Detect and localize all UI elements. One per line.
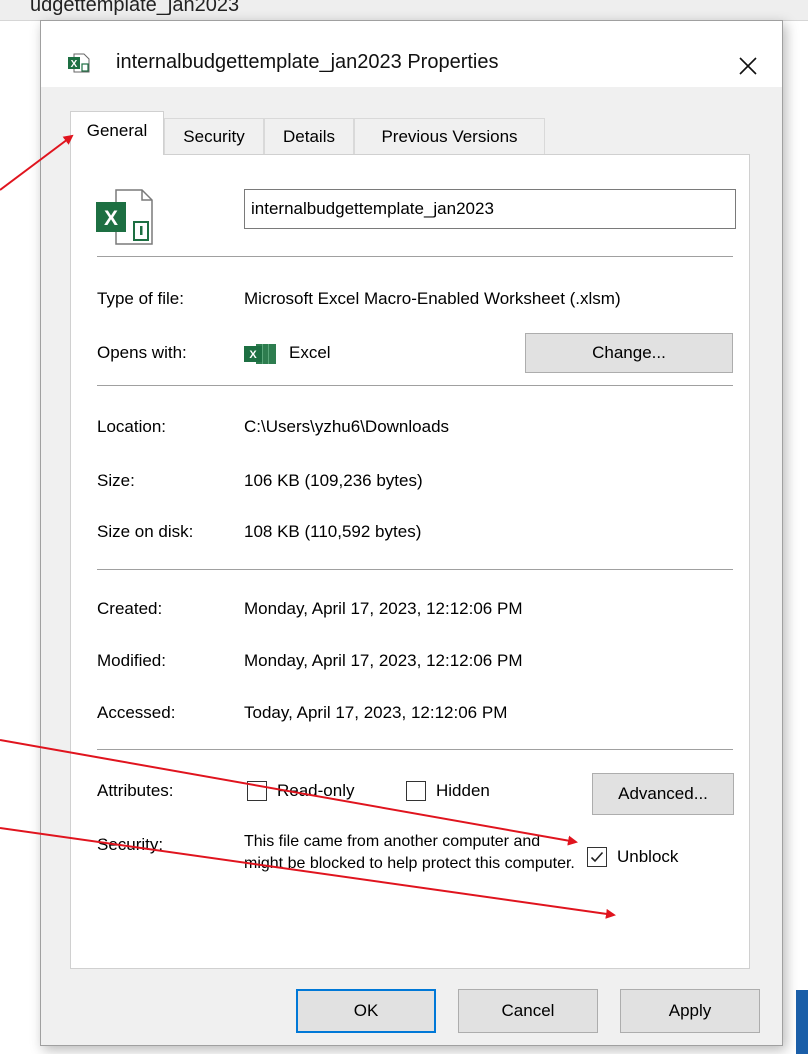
excel-file-icon: X (96, 189, 153, 245)
location-label: Location: (97, 417, 166, 436)
background-window-edge (796, 990, 808, 1054)
location-value: C:\Users\yzhu6\Downloads (244, 417, 450, 436)
security-message: This file came from another computer and… (244, 833, 575, 872)
svg-text:X: X (249, 349, 257, 361)
ok-button[interactable]: OK (296, 989, 436, 1033)
read-only-label: Read-only (277, 781, 355, 800)
excel-file-icon: X (68, 53, 90, 73)
checkmark-icon (590, 851, 604, 863)
dialog-title: internalbudgettemplate_jan2023 Propertie… (116, 51, 499, 73)
size-on-disk-label: Size on disk: (97, 522, 194, 541)
apply-button[interactable]: Apply (620, 989, 760, 1033)
cancel-button[interactable]: Cancel (458, 989, 598, 1033)
read-only-checkbox[interactable] (247, 781, 267, 801)
change-button[interactable]: Change... (525, 333, 733, 373)
close-icon[interactable] (731, 49, 765, 83)
divider (97, 749, 733, 750)
size-on-disk-value: 108 KB (110,592 bytes) (244, 522, 422, 541)
size-label: Size: (97, 471, 135, 490)
unblock-label: Unblock (617, 847, 679, 866)
hidden-label: Hidden (436, 781, 490, 800)
advanced-button[interactable]: Advanced... (592, 773, 734, 815)
dialog-titlebar: X internalbudgettemplate_jan2023 Propert… (41, 21, 782, 87)
created-value: Monday, April 17, 2023, 12:12:06 PM (244, 599, 523, 618)
type-of-file-label: Type of file: (97, 289, 184, 308)
divider (97, 385, 733, 386)
created-label: Created: (97, 599, 163, 618)
divider (97, 256, 733, 257)
modified-value: Monday, April 17, 2023, 12:12:06 PM (244, 651, 523, 670)
opens-with-value: Excel (289, 343, 331, 362)
tab-general[interactable]: General (70, 111, 164, 155)
tab-security[interactable]: Security (164, 118, 264, 154)
svg-text:X: X (71, 59, 78, 70)
security-label: Security: (97, 835, 164, 854)
accessed-label: Accessed: (97, 703, 176, 722)
tab-details[interactable]: Details (264, 118, 354, 154)
svg-text:X: X (104, 207, 118, 230)
size-value: 106 KB (109,236 bytes) (244, 471, 423, 490)
modified-label: Modified: (97, 651, 166, 670)
divider (97, 569, 733, 570)
attributes-label: Attributes: (97, 781, 174, 800)
accessed-value: Today, April 17, 2023, 12:12:06 PM (244, 703, 508, 722)
excel-app-icon: X (244, 344, 276, 364)
background-window-titlebar: udgettemplate_jan2023 (0, 0, 808, 21)
file-name-input[interactable] (244, 189, 736, 229)
opens-with-label: Opens with: (97, 343, 187, 362)
type-of-file-value: Microsoft Excel Macro-Enabled Worksheet … (244, 289, 621, 308)
properties-dialog: X internalbudgettemplate_jan2023 Propert… (40, 20, 783, 1046)
hidden-checkbox[interactable] (406, 781, 426, 801)
tab-previous-versions[interactable]: Previous Versions (354, 118, 545, 154)
background-window-title: udgettemplate_jan2023 (30, 0, 240, 16)
unblock-checkbox[interactable] (587, 847, 607, 867)
